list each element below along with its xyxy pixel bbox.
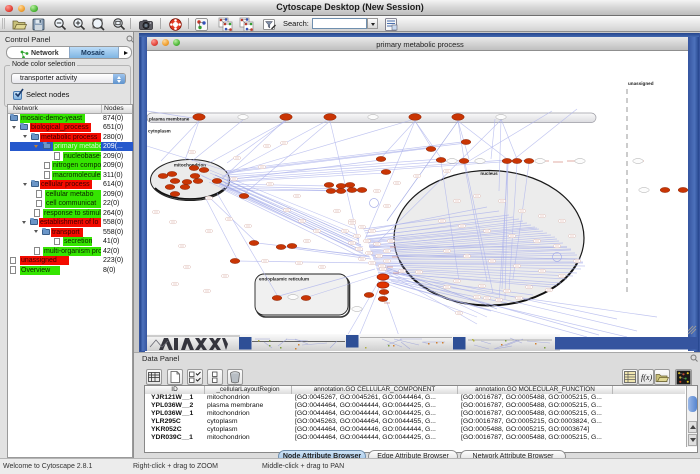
svg-text:unassigned: unassigned [628, 81, 654, 86]
svg-text:plasma membrane: plasma membrane [149, 117, 190, 122]
svg-text:f(x): f(x) [641, 373, 652, 382]
svg-text:cytoplasm: cytoplasm [148, 129, 171, 134]
svg-text:nucleus: nucleus [480, 171, 498, 176]
